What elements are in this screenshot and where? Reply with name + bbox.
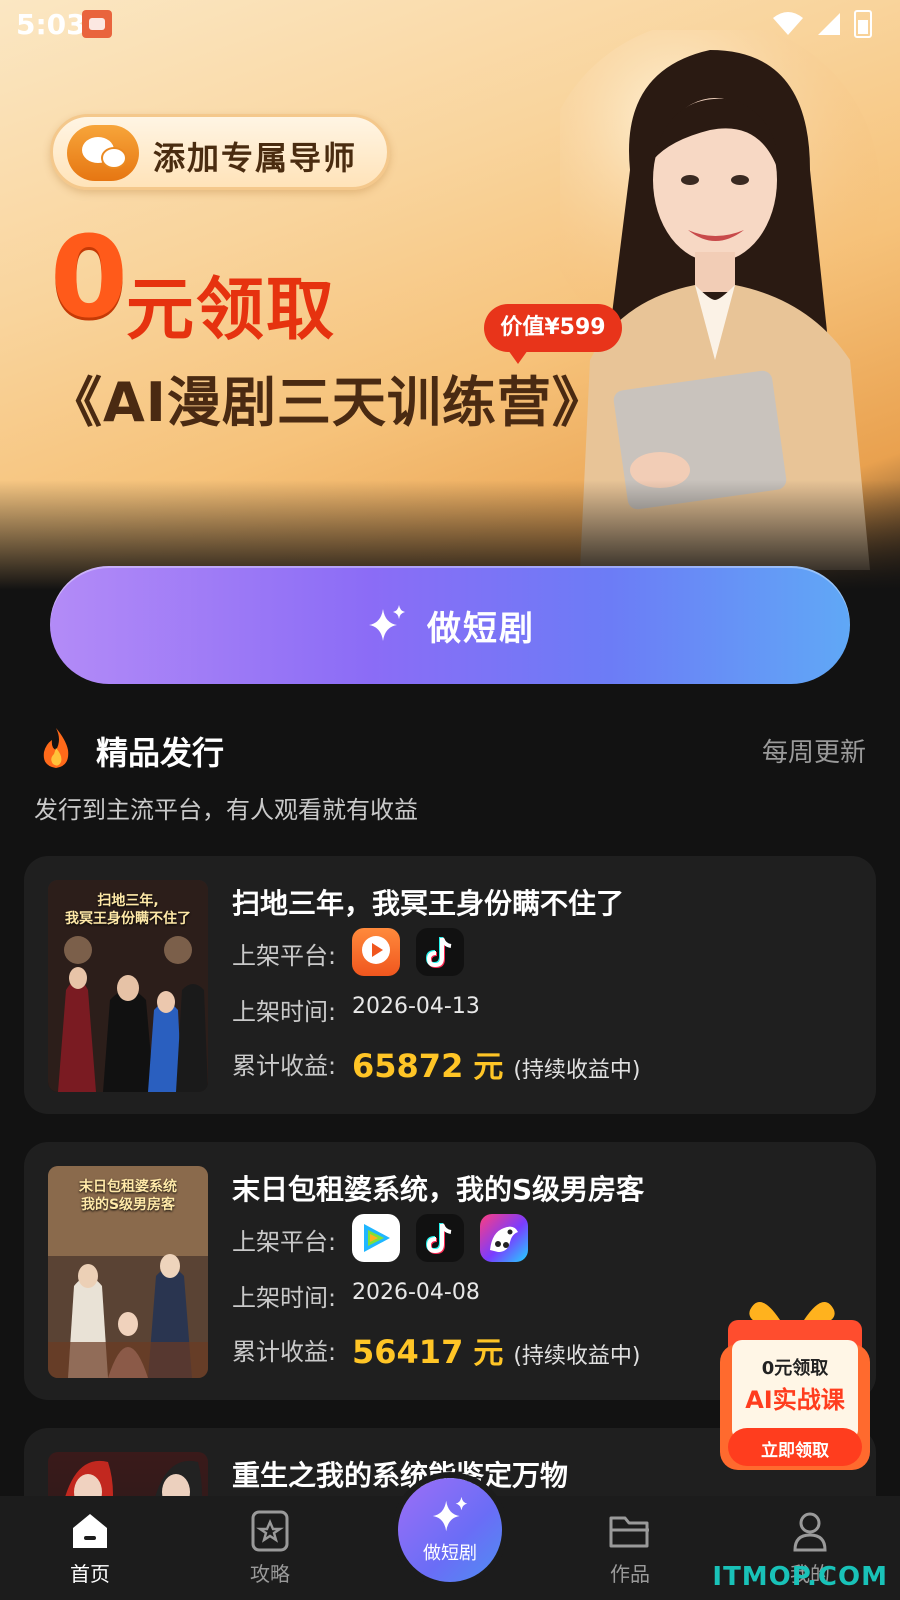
fire-icon: [43, 728, 69, 768]
earnings-value: 65872: [352, 1047, 464, 1085]
section-title: 精品发行: [96, 734, 225, 772]
folder-icon: [609, 1516, 649, 1548]
battery-icon: [854, 10, 872, 38]
cover-title: 末日包租婆系统 我的S级男房客: [79, 1179, 177, 1214]
release-date: 2026-04-08: [352, 1280, 480, 1305]
gift-line2: AI实战课: [745, 1386, 845, 1414]
kuaishou-icon[interactable]: [480, 1214, 528, 1262]
user-icon: [793, 1512, 827, 1552]
tutor-photo: [560, 30, 880, 570]
douyin-icon[interactable]: [416, 928, 464, 976]
earnings: 56417 元 (持续收益中): [352, 1328, 641, 1372]
nav-make-drama-button[interactable]: 做短剧: [398, 1478, 502, 1582]
earnings: 65872 元 (持续收益中): [352, 1042, 641, 1086]
signal-icon: [818, 13, 840, 35]
earnings-label: 累计收益:: [232, 1338, 337, 1366]
drama-cover: 扫地三年, 我冥王身份瞒不住了: [48, 880, 208, 1092]
hongguo-icon[interactable]: [352, 928, 400, 976]
section-header: 精品发行 每周更新: [36, 724, 866, 774]
add-tutor-label: 添加专属导师: [153, 139, 358, 177]
make-drama-button[interactable]: 做短剧: [50, 566, 850, 684]
platform-label: 上架平台:: [232, 942, 337, 970]
promo-banner[interactable]: 5:03 添加专属导师 0 元领取 价值¥599 《AI漫剧三天训练营》: [0, 0, 900, 590]
free-course-gift[interactable]: 0元领取 AI实战课 立即领取: [720, 1290, 870, 1470]
drama-card[interactable]: 扫地三年, 我冥王身份瞒不住了 扫地三年，我冥王身份瞒不住了 上架平台: 上架时…: [24, 856, 876, 1114]
earnings-unit: 元: [473, 1050, 504, 1085]
notification-app-icon: [82, 10, 112, 38]
nav-guide[interactable]: 攻略: [210, 1508, 330, 1587]
home-icon: [73, 1514, 107, 1548]
drama-title: 扫地三年，我冥王身份瞒不住了: [232, 887, 625, 920]
camp-title: 《AI漫剧三天训练营》: [48, 371, 607, 434]
earnings-value: 56417: [352, 1333, 464, 1371]
sparkle-icon: [369, 605, 405, 641]
add-tutor-button[interactable]: 添加专属导师: [50, 114, 390, 190]
douyin-icon[interactable]: [416, 1214, 464, 1262]
earnings-note: (持续收益中): [513, 1344, 641, 1369]
wifi-icon: [773, 12, 803, 35]
cover-title: 扫地三年, 我冥王身份瞒不住了: [65, 893, 191, 928]
value-tag: 价值¥599: [484, 304, 622, 364]
date-label: 上架时间:: [232, 998, 337, 1026]
wechat-icon: [67, 125, 139, 181]
nav-home-label: 首页: [70, 1562, 110, 1586]
tencent-video-icon[interactable]: [352, 1214, 400, 1262]
nav-home[interactable]: 首页: [30, 1508, 150, 1587]
nav-works-label: 作品: [610, 1562, 650, 1586]
weekly-update-link[interactable]: 每周更新: [762, 732, 866, 769]
earnings-note: (持续收益中): [513, 1058, 641, 1083]
earnings-label: 累计收益:: [232, 1052, 337, 1080]
watermark: ITMOP.COM: [712, 1562, 888, 1592]
drama-title: 末日包租婆系统，我的S级男房客: [232, 1173, 645, 1206]
sparkle-icon: [432, 1496, 468, 1532]
gift-claim-button[interactable]: 立即领取: [720, 1436, 870, 1461]
date-label: 上架时间:: [232, 1284, 337, 1312]
status-time: 5:03: [16, 8, 86, 41]
drama-title: 重生之我的系统能鉴定万物: [232, 1459, 569, 1492]
nav-make-drama-label: 做短剧: [423, 1543, 477, 1564]
earnings-unit: 元: [473, 1336, 504, 1371]
make-drama-label: 做短剧: [427, 608, 535, 649]
platform-list: [352, 928, 464, 976]
platform-list: [352, 1214, 528, 1262]
guide-icon: [251, 1510, 289, 1552]
nav-works[interactable]: 作品: [570, 1508, 690, 1587]
promo-claim: 元领取: [126, 271, 337, 350]
drama-cover: 末日包租婆系统 我的S级男房客: [48, 1166, 208, 1378]
platform-label: 上架平台:: [232, 1228, 337, 1256]
status-bar: 5:03: [0, 0, 900, 48]
promo-zero: 0: [50, 213, 128, 343]
status-icons: [772, 10, 872, 38]
nav-guide-label: 攻略: [250, 1562, 290, 1586]
section-subtitle: 发行到主流平台，有人观看就有收益: [34, 796, 418, 824]
release-date: 2026-04-13: [352, 994, 480, 1019]
gift-line1: 0元领取: [761, 1358, 829, 1379]
